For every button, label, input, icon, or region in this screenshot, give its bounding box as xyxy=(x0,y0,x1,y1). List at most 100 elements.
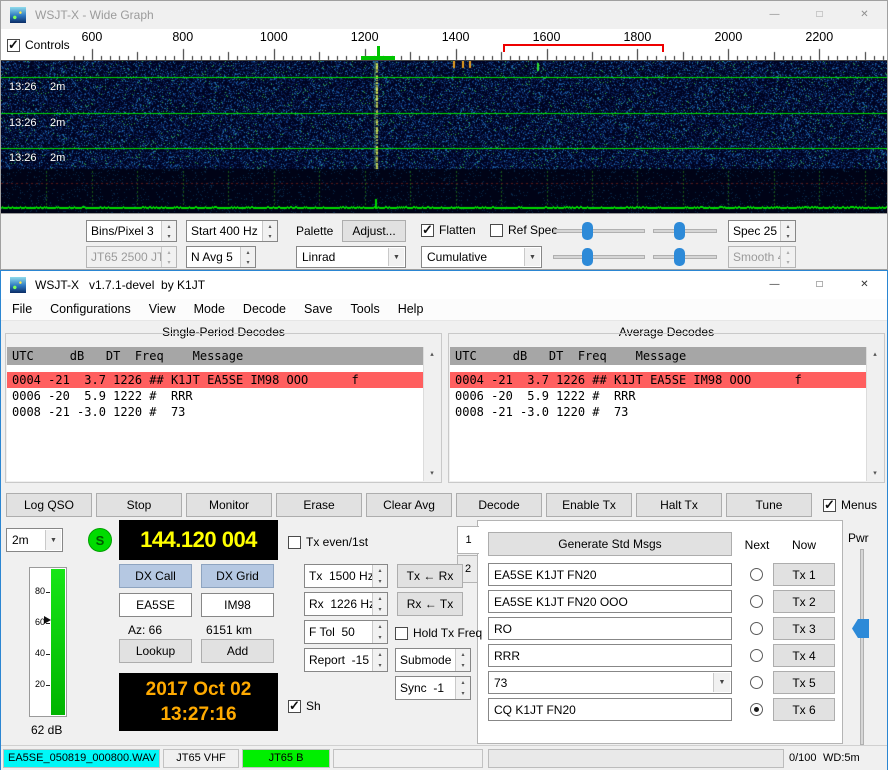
tx-5-button[interactable]: Tx 5 xyxy=(773,671,835,694)
checkbox-box[interactable] xyxy=(395,627,408,640)
hold-tx-freq-checkbox[interactable]: Hold Tx Freq xyxy=(395,626,482,640)
controls-checkbox[interactable]: Controls xyxy=(7,38,70,52)
close-icon[interactable]: ✕ xyxy=(842,271,887,299)
menu-decode[interactable]: Decode xyxy=(234,299,295,320)
button-halt-tx[interactable]: Halt Tx xyxy=(636,493,722,517)
generate-std-msgs-button[interactable]: Generate Std Msgs xyxy=(488,532,732,556)
decode-row[interactable]: 0008 -21 -3.0 1220 # 73 xyxy=(7,404,423,420)
scrollbar[interactable]: ▴ ▾ xyxy=(423,347,440,481)
next-radio-6[interactable] xyxy=(750,703,763,716)
menu-mode[interactable]: Mode xyxy=(185,299,234,320)
tx-message-field-3[interactable]: RO xyxy=(488,617,732,640)
slider-handle[interactable] xyxy=(582,248,593,266)
decode-row[interactable]: 0006 -20 5.9 1222 # RRR xyxy=(7,388,423,404)
menu-configurations[interactable]: Configurations xyxy=(41,299,140,320)
tx-3-button[interactable]: Tx 3 xyxy=(773,617,835,640)
pwr-slider-handle[interactable] xyxy=(852,619,869,638)
dx-grid-field[interactable]: IM98 xyxy=(201,593,274,617)
sync-spinner[interactable]: Sync -1▴▾ xyxy=(395,676,471,700)
waterfall-canvas[interactable] xyxy=(1,61,887,213)
decode-row[interactable]: 0006 -20 5.9 1222 # RRR xyxy=(450,388,866,404)
add-button[interactable]: Add xyxy=(201,639,274,663)
button-stop[interactable]: Stop xyxy=(96,493,182,517)
button-erase[interactable]: Erase xyxy=(276,493,362,517)
scroll-up-icon[interactable]: ▴ xyxy=(867,347,883,362)
tx-1-button[interactable]: Tx 1 xyxy=(773,563,835,586)
spinner-arrows-icon[interactable]: ▴▾ xyxy=(455,649,470,671)
tx-4-button[interactable]: Tx 4 xyxy=(773,644,835,667)
scrollbar[interactable]: ▴ ▾ xyxy=(866,347,883,481)
menu-view[interactable]: View xyxy=(140,299,185,320)
spinner-arrows-icon[interactable]: ▴▾ xyxy=(240,247,255,267)
bins-pixel-spinner[interactable]: Bins/Pixel 3▴▾ xyxy=(86,220,177,242)
next-radio-2[interactable] xyxy=(750,595,763,608)
tx-from-rx-button[interactable]: Tx ← Rx xyxy=(397,564,463,588)
menu-help[interactable]: Help xyxy=(389,299,433,320)
next-radio-1[interactable] xyxy=(750,568,763,581)
spinner-arrows-icon[interactable]: ▴▾ xyxy=(161,247,176,267)
frequency-ruler[interactable]: 6008001000120014001600180020002200 Contr… xyxy=(1,29,887,61)
menus-checkbox[interactable]: Menus xyxy=(823,498,877,512)
spinner-arrows-icon[interactable]: ▴▾ xyxy=(372,565,387,587)
decode-list[interactable]: 0004 -21 3.7 1226 ## K1JT EA5SE IM98 OOO… xyxy=(7,365,423,481)
dx-call-field[interactable]: EA5SE xyxy=(119,593,192,617)
n-avg-spinner[interactable]: N Avg 5▴▾ xyxy=(186,246,256,268)
lookup-button[interactable]: Lookup xyxy=(119,639,192,663)
waterfall-gain-slider[interactable] xyxy=(553,220,645,242)
tx-6-button[interactable]: Tx 6 xyxy=(773,698,835,721)
checkbox-box[interactable] xyxy=(288,536,301,549)
menu-save[interactable]: Save xyxy=(295,299,342,320)
button-clear-avg[interactable]: Clear Avg xyxy=(366,493,452,517)
tx-even-checkbox[interactable]: Tx even/1st xyxy=(288,535,368,549)
spectrum-gain-slider[interactable] xyxy=(553,246,645,268)
f-tol-spinner[interactable]: F Tol 50▴▾ xyxy=(304,620,388,644)
slider-handle[interactable] xyxy=(674,222,685,240)
main-titlebar[interactable]: WSJT-X v1.7.1-devel by K1JT — □ ✕ xyxy=(1,271,887,299)
scroll-down-icon[interactable]: ▾ xyxy=(867,466,883,481)
spinner-arrows-icon[interactable]: ▴▾ xyxy=(780,247,795,267)
checkbox-box[interactable] xyxy=(823,499,836,512)
tx-message-field-6[interactable]: CQ K1JT FN20 xyxy=(488,698,732,721)
scroll-down-icon[interactable]: ▾ xyxy=(424,466,440,481)
button-log-qso[interactable]: Log QSO xyxy=(6,493,92,517)
spectrum-zero-slider[interactable] xyxy=(653,246,717,268)
decode-list[interactable]: 0004 -21 3.7 1226 ## K1JT EA5SE IM98 OOO… xyxy=(450,365,866,481)
adjust-button[interactable]: Adjust... xyxy=(342,220,406,242)
pwr-slider[interactable] xyxy=(851,549,871,745)
decode-row[interactable]: 0008 -21 -3.0 1220 # 73 xyxy=(450,404,866,420)
tx-message-field-1[interactable]: EA5SE K1JT FN20 xyxy=(488,563,732,586)
ref-spec-checkbox[interactable]: Ref Spec xyxy=(490,223,557,237)
button-decode[interactable]: Decode xyxy=(456,493,542,517)
band-combo[interactable]: 2m▼ xyxy=(6,528,63,552)
palette-combo[interactable]: Linrad▼ xyxy=(296,246,406,268)
decode-row[interactable]: 0004 -21 3.7 1226 ## K1JT EA5SE IM98 OOO… xyxy=(450,372,866,388)
rx-freq-spinner[interactable]: Rx 1226 Hz▴▾ xyxy=(304,592,388,616)
close-icon[interactable]: ✕ xyxy=(842,1,887,29)
tx-message-field-5[interactable]: 73▼ xyxy=(488,671,732,694)
button-tune[interactable]: Tune xyxy=(726,493,812,517)
wide-graph-titlebar[interactable]: WSJT-X - Wide Graph — □ ✕ xyxy=(1,1,887,29)
sh-checkbox[interactable]: Sh xyxy=(288,699,321,713)
msg-tab-1[interactable]: 1 xyxy=(457,526,479,554)
next-radio-3[interactable] xyxy=(750,622,763,635)
tx-message-field-4[interactable]: RRR xyxy=(488,644,732,667)
spinner-arrows-icon[interactable]: ▴▾ xyxy=(161,221,176,241)
minimize-icon[interactable]: — xyxy=(752,271,797,299)
decode-row[interactable]: 0004 -21 3.7 1226 ## K1JT EA5SE IM98 OOO… xyxy=(7,372,423,388)
slider-handle[interactable] xyxy=(674,248,685,266)
scroll-up-icon[interactable]: ▴ xyxy=(424,347,440,362)
rx-from-tx-button[interactable]: Rx ← Tx xyxy=(397,592,463,616)
spinner-arrows-icon[interactable]: ▴▾ xyxy=(372,621,387,643)
button-monitor[interactable]: Monitor xyxy=(186,493,272,517)
display-mode-combo[interactable]: Cumulative▼ xyxy=(421,246,542,268)
waterfall[interactable]: 13:262m13:262m13:262m xyxy=(1,61,887,213)
spec-percent-spinner[interactable]: Spec 25 %▴▾ xyxy=(728,220,796,242)
checkbox-box[interactable] xyxy=(288,700,301,713)
next-radio-5[interactable] xyxy=(750,676,763,689)
spinner-arrows-icon[interactable]: ▴▾ xyxy=(455,677,470,699)
spinner-arrows-icon[interactable]: ▴▾ xyxy=(372,649,387,671)
slider-handle[interactable] xyxy=(582,222,593,240)
maximize-icon[interactable]: □ xyxy=(797,1,842,29)
checkbox-box[interactable] xyxy=(421,224,434,237)
next-radio-4[interactable] xyxy=(750,649,763,662)
